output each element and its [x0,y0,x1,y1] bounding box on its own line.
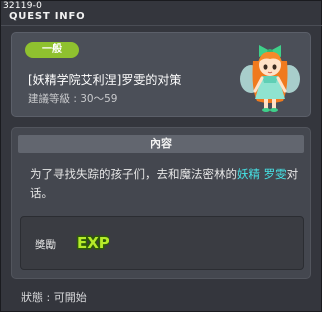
reward-label: 獎勵 [35,239,56,251]
npc-link-fairy[interactable]: 妖精 [237,167,260,181]
level-range: 30～59 [80,93,118,105]
quest-description: 为了寻找失踪的孩子们，去和魔法密林的妖精 罗雯对话。 [30,165,300,203]
status-label: 狀態 : [21,291,51,304]
quest-status: 狀態 : 可開始 [21,289,87,305]
quest-summary-panel: 一般 [妖精学院艾利涅]罗雯的对策 建議等級 : 30～59 [11,32,311,117]
quest-category-badge: 一般 [25,42,79,58]
description-prefix: 为了寻找失踪的孩子们，去和魔法密林的 [30,167,237,181]
recommended-level: 建議等級 : 30～59 [28,91,117,106]
content-header: 內容 [18,135,304,153]
title-divider [1,25,322,26]
npc-link-rowen[interactable]: 罗雯 [264,167,287,181]
reward-box: 獎勵 EXP EXP [20,216,304,270]
window-title: QUEST INFO [9,11,86,22]
exp-reward-icon[interactable]: EXP EXP [75,230,110,254]
fairy-girl-npc-icon[interactable] [237,39,303,115]
level-label: 建議等級 : [28,93,77,105]
quest-content-panel: 內容 为了寻找失踪的孩子们，去和魔法密林的妖精 罗雯对话。 獎勵 EXP EXP [11,127,311,279]
quest-info-window: 32119-0 QUEST INFO 一般 [妖精学院艾利涅]罗雯的对策 建議等… [0,0,322,312]
quest-name: [妖精学院艾利涅]罗雯的对策 [28,73,182,87]
status-value: 可開始 [53,291,87,304]
exp-text: EXP [77,234,109,252]
quest-id: 32119-0 [3,1,43,11]
